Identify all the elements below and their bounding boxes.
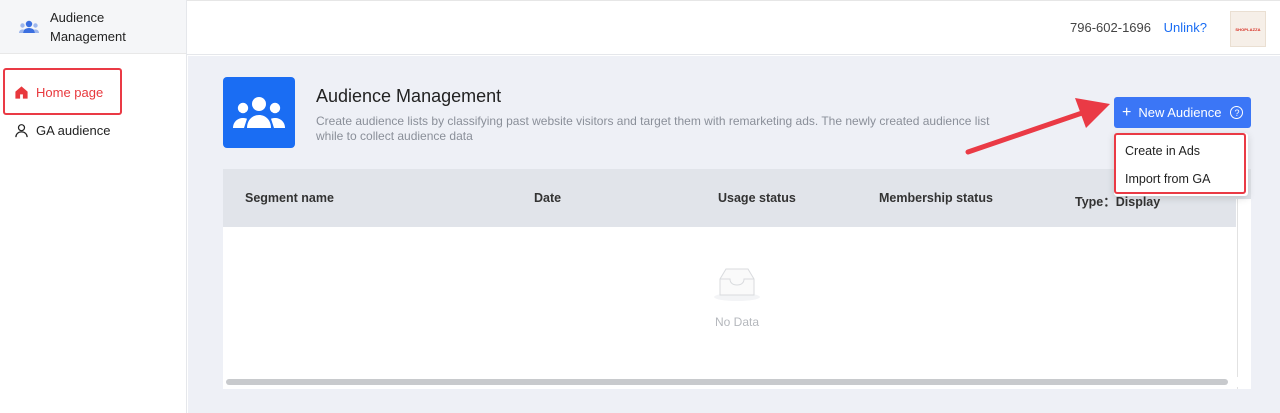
- red-arrow-annotation: [965, 98, 1110, 155]
- help-icon[interactable]: ?: [1230, 106, 1244, 119]
- empty-inbox-icon: [714, 268, 760, 301]
- sidebar-item-label: GA audience: [36, 123, 111, 138]
- scrollbar-divider: [1237, 199, 1238, 389]
- app-title-line1: Audience: [50, 9, 105, 25]
- column-header-usage-status: Usage status: [718, 191, 796, 205]
- audience-logo-icon: [19, 20, 39, 33]
- page-description-line1: Create audience lists by classifying pas…: [316, 114, 990, 128]
- horizontal-scrollbar[interactable]: [223, 377, 1251, 387]
- app-title-line2: Management: [50, 28, 126, 44]
- scrollbar-thumb[interactable]: [226, 379, 1228, 385]
- top-header: 796-602-1696 Unlink? SHOPLAZZA: [187, 0, 1280, 55]
- store-avatar[interactable]: SHOPLAZZA: [1230, 11, 1266, 47]
- vertical-scrollbar[interactable]: [1236, 199, 1251, 389]
- column-header-segment-name: Segment name: [245, 191, 334, 205]
- new-audience-label: New Audience: [1138, 105, 1222, 120]
- sidebar-item-label: Home page: [36, 85, 104, 100]
- page-description-line2: while to collect audience data: [316, 129, 473, 143]
- audience-table: Segment name Date Usage status Membershi…: [223, 169, 1251, 389]
- account-id: 796-602-1696: [1070, 20, 1151, 35]
- app-title: Audience Management: [50, 8, 140, 46]
- avatar-logo-text: SHOPLAZZA: [1235, 26, 1261, 32]
- column-header-date: Date: [534, 191, 562, 205]
- new-audience-button[interactable]: + New Audience ?: [1114, 97, 1251, 128]
- column-header-membership-status: Membership status: [879, 191, 993, 205]
- sidebar-item-ga-audience[interactable]: GA audience: [14, 123, 110, 138]
- audience-group-icon: [223, 77, 295, 148]
- home-icon: [15, 86, 28, 99]
- unlink-link[interactable]: Unlink?: [1164, 20, 1207, 35]
- user-icon: [15, 124, 28, 138]
- brand: Audience Management: [0, 0, 186, 54]
- empty-state-text: No Data: [714, 315, 760, 329]
- menu-highlight-box: [1114, 133, 1246, 194]
- sidebar: Audience Management Home page GA audienc…: [0, 0, 187, 413]
- page-description: Create audience lists by classifying pas…: [316, 114, 1066, 144]
- sidebar-item-home[interactable]: Home page: [14, 85, 103, 100]
- page-title: Audience Management: [316, 86, 502, 106]
- table-header: Segment name Date Usage status Membershi…: [223, 169, 1251, 227]
